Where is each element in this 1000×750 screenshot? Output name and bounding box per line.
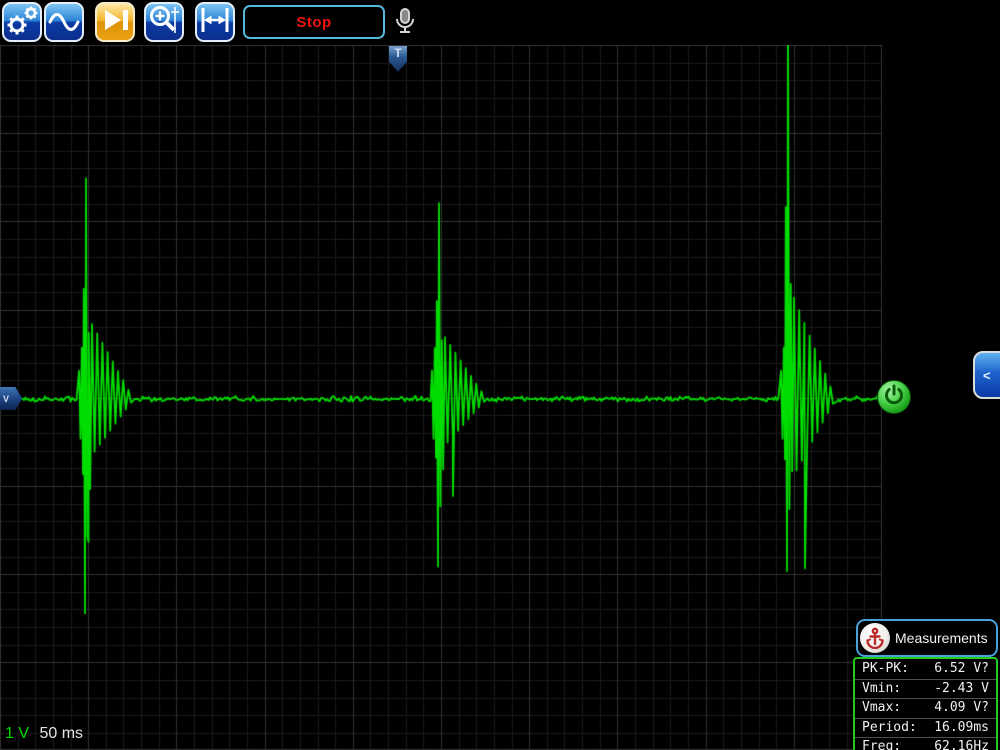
zoom-button[interactable]	[144, 2, 184, 42]
chevron-left-icon: <	[983, 367, 991, 383]
settings-button[interactable]	[2, 2, 42, 42]
scope-display[interactable]	[0, 45, 882, 750]
run-pause-button[interactable]	[95, 2, 135, 42]
measurement-label: Period:	[862, 719, 917, 735]
waveform-button[interactable]	[44, 2, 84, 42]
measurement-label: PK-PK:	[862, 661, 909, 677]
measurement-label: Vmax:	[862, 700, 902, 716]
oscilloscope-app: Stop T V < 1 V 50 ms Measurements PK-PK:…	[0, 0, 1000, 750]
measurement-row-pkpk: PK-PK: 6.52 V?	[855, 660, 996, 679]
panel-expand-handle[interactable]: <	[973, 351, 1000, 399]
measurement-row-vmax: Vmax: 4.09 V?	[855, 698, 996, 718]
magnifier-crosshair-icon	[146, 2, 182, 43]
measurement-row-period: Period: 16.09ms	[855, 717, 996, 738]
microphone-icon[interactable]	[394, 6, 416, 38]
measurements-panel: PK-PK: 6.52 V? Vmin: -2.43 V Vmax: 4.09 …	[853, 657, 998, 750]
volts-per-div-label: 1 V	[5, 725, 30, 742]
sine-wave-icon	[46, 2, 82, 43]
anchor-icon	[860, 623, 890, 653]
channel-level-handle[interactable]	[877, 380, 911, 414]
measurements-title: Measurements	[895, 630, 988, 646]
cursors-button[interactable]	[195, 2, 235, 42]
measurements-header-button[interactable]: Measurements	[856, 619, 998, 657]
measurement-row-freq: Freq: 62.16Hz	[855, 737, 996, 750]
horizontal-cursors-icon	[197, 2, 233, 43]
measurement-value: 4.09 V?	[934, 700, 989, 716]
stop-button[interactable]: Stop	[243, 5, 385, 39]
scale-readout: 1 V 50 ms	[5, 725, 83, 743]
trigger-marker-label: T	[394, 46, 402, 60]
measurement-label: Vmin:	[862, 680, 902, 696]
measurement-row-vmin: Vmin: -2.43 V	[855, 678, 996, 699]
measurement-label: Freq:	[862, 739, 902, 750]
gears-icon	[4, 2, 40, 43]
measurement-value: 6.52 V?	[934, 661, 989, 677]
measurement-value: -2.43 V	[934, 680, 989, 696]
measurement-value: 62.16Hz	[934, 739, 989, 750]
power-icon	[881, 382, 907, 413]
measurement-value: 16.09ms	[934, 719, 989, 735]
play-pause-icon	[97, 2, 133, 43]
time-per-div-label: 50 ms	[39, 725, 84, 742]
channel-marker-label: V	[3, 393, 10, 404]
